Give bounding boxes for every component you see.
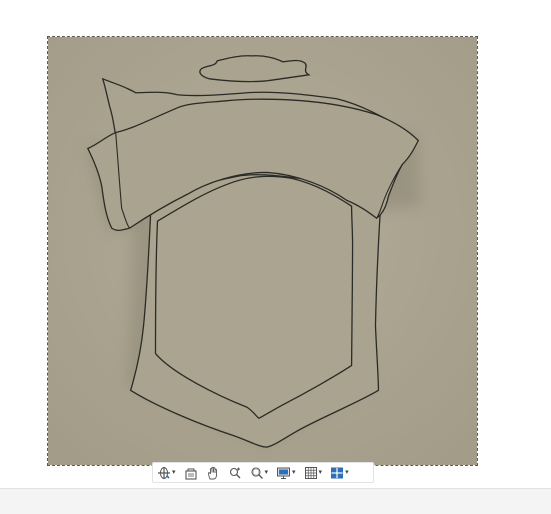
status-bar <box>0 488 551 514</box>
display-icon <box>277 467 291 479</box>
pan-hand-icon <box>207 466 217 479</box>
look-at-tool[interactable] <box>182 463 200 482</box>
orbit-tool[interactable]: ▾ <box>155 463 178 482</box>
3d-canvas-viewport[interactable] <box>47 36 478 466</box>
zoom-icon <box>229 467 240 478</box>
chevron-down-icon[interactable]: ▾ <box>292 469 296 476</box>
chevron-down-icon[interactable]: ▾ <box>319 469 323 476</box>
navigation-toolbar: ▾ ▾ ▾ ▾ ▾ <box>152 462 374 483</box>
grid-icon <box>304 466 317 479</box>
viewports-icon <box>331 467 344 478</box>
crest-model[interactable] <box>48 37 477 465</box>
zoom-tool[interactable] <box>226 463 244 482</box>
display-settings-tool[interactable]: ▾ <box>274 463 298 482</box>
chevron-down-icon[interactable]: ▾ <box>265 469 269 476</box>
look-at-icon <box>184 468 197 480</box>
orbit-icon <box>158 466 170 479</box>
zoom-window-icon <box>250 466 263 479</box>
app-window: ▾ ▾ ▾ ▾ ▾ <box>0 0 551 514</box>
pan-tool[interactable] <box>204 463 222 482</box>
zoom-window-tool[interactable]: ▾ <box>248 463 271 482</box>
chevron-down-icon[interactable]: ▾ <box>172 469 176 476</box>
chevron-down-icon[interactable]: ▾ <box>345 469 349 476</box>
viewports-tool[interactable]: ▾ <box>328 463 351 482</box>
grid-settings-tool[interactable]: ▾ <box>302 463 325 482</box>
